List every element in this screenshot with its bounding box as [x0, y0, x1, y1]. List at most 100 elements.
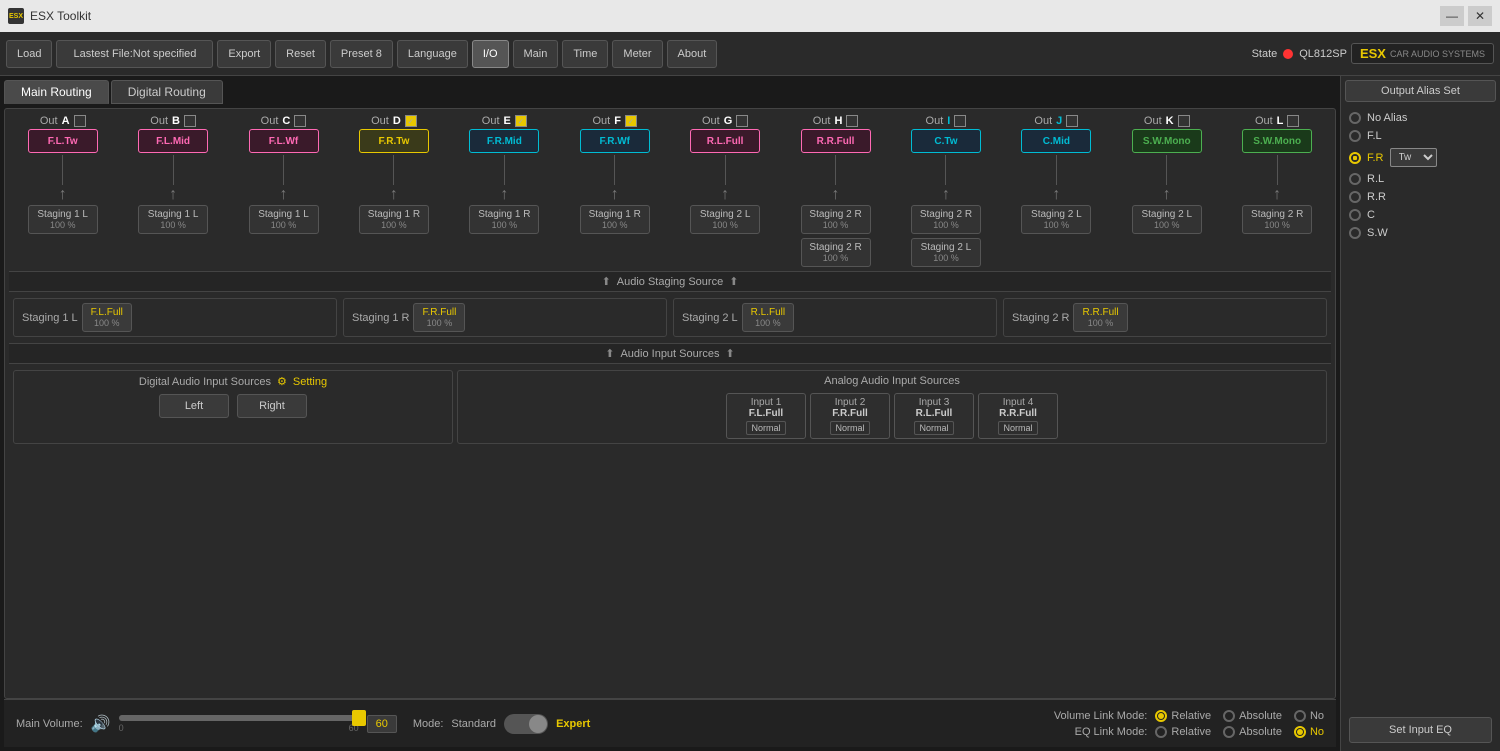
analog-input-3[interactable]: Input 3 R.L.Full Normal — [894, 393, 974, 439]
analog-input-1[interactable]: Input 1 F.L.Full Normal — [726, 393, 806, 439]
arrow-E: ↑ — [500, 187, 508, 203]
ai-value-2: F.R.Full — [819, 408, 881, 419]
staging-box-C[interactable]: Staging 1 L100 % — [249, 205, 319, 234]
staging-1L-btn[interactable]: F.L.Full100 % — [82, 303, 132, 332]
out-btn-K[interactable]: S.W.Mono — [1132, 129, 1202, 153]
out-check-L[interactable] — [1287, 115, 1299, 127]
eq-link-absolute[interactable]: Absolute — [1223, 726, 1282, 738]
slider-thumb[interactable] — [352, 710, 366, 726]
staging-box-I[interactable]: Staging 2 L100 % — [911, 238, 981, 267]
out-check-K[interactable] — [1178, 115, 1190, 127]
volume-link-no[interactable]: No — [1294, 710, 1324, 722]
alias-rr[interactable]: R.R — [1349, 191, 1492, 203]
eq-link-relative[interactable]: Relative — [1155, 726, 1211, 738]
staging-box-K[interactable]: Staging 2 L100 % — [1132, 205, 1202, 234]
eq-link-no-label: No — [1310, 726, 1324, 738]
volume-link-absolute[interactable]: Absolute — [1223, 710, 1282, 722]
last-file-button[interactable]: Lastest File:Not specified — [56, 40, 213, 68]
out-btn-F[interactable]: F.R.Wf — [580, 129, 650, 153]
out-check-F[interactable]: ✓ — [625, 115, 637, 127]
preset8-button[interactable]: Preset 8 — [330, 40, 393, 68]
out-btn-L[interactable]: S.W.Mono — [1242, 129, 1312, 153]
export-button[interactable]: Export — [217, 40, 271, 68]
alias-fl[interactable]: F.L — [1349, 130, 1492, 142]
connector-L — [1277, 155, 1278, 185]
arrow-D: ↑ — [390, 187, 398, 203]
alias-sw-radio — [1349, 227, 1361, 239]
volume-slider[interactable]: 0 60 — [119, 715, 359, 733]
connector-F — [614, 155, 615, 185]
out-btn-H[interactable]: R.R.Full — [801, 129, 871, 153]
close-button[interactable]: ✕ — [1468, 6, 1492, 26]
out-btn-D[interactable]: F.R.Tw — [359, 129, 429, 153]
time-tab-button[interactable]: Time — [562, 40, 608, 68]
load-button[interactable]: Load — [6, 40, 52, 68]
staging-box-A[interactable]: Staging 1 L100 % — [28, 205, 98, 234]
out-check-A[interactable] — [74, 115, 86, 127]
alias-fr[interactable]: F.R Tw Mid Wf Full — [1349, 148, 1492, 167]
main-tab-button[interactable]: Main — [513, 40, 559, 68]
alias-fr-dropdown[interactable]: Tw Mid Wf Full — [1390, 148, 1437, 167]
set-input-eq-button[interactable]: Set Input EQ — [1349, 717, 1492, 743]
alias-c[interactable]: C — [1349, 209, 1492, 221]
out-btn-C[interactable]: F.L.Wf — [249, 129, 319, 153]
io-tab-button[interactable]: I/O — [472, 40, 509, 68]
out-btn-I[interactable]: C.Tw — [911, 129, 981, 153]
alias-rl[interactable]: R.L — [1349, 173, 1492, 185]
out-btn-B[interactable]: F.L.Mid — [138, 129, 208, 153]
mode-section: Mode: Standard Expert — [413, 714, 590, 734]
minimize-button[interactable]: — — [1440, 6, 1464, 26]
staging-box-J[interactable]: Staging 2 L100 % — [1021, 205, 1091, 234]
staging-1R-btn[interactable]: F.R.Full100 % — [413, 303, 465, 332]
staging-box-I-extra[interactable]: Staging 2 R100 % — [911, 205, 981, 234]
out-check-H[interactable] — [846, 115, 858, 127]
connector-A — [62, 155, 63, 185]
about-tab-button[interactable]: About — [667, 40, 718, 68]
alias-no-alias[interactable]: No Alias — [1349, 112, 1492, 124]
out-check-C[interactable] — [294, 115, 306, 127]
slider-marks: 0 60 — [119, 723, 359, 733]
language-button[interactable]: Language — [397, 40, 468, 68]
mode-toggle[interactable] — [504, 714, 548, 734]
out-check-D[interactable]: ✓ — [405, 115, 417, 127]
brand-sub: CAR AUDIO SYSTEMS — [1390, 49, 1485, 59]
staging-box-E[interactable]: Staging 1 R100 % — [469, 205, 539, 234]
analog-input-4[interactable]: Input 4 R.R.Full Normal — [978, 393, 1058, 439]
volume-link-relative[interactable]: Relative — [1155, 710, 1211, 722]
staging-box-H[interactable]: Staging 2 R100 % — [801, 238, 871, 267]
staging-box-D[interactable]: Staging 1 R100 % — [359, 205, 429, 234]
staging-box-F[interactable]: Staging 1 R100 % — [580, 205, 650, 234]
analog-input-2[interactable]: Input 2 F.R.Full Normal — [810, 393, 890, 439]
reset-button[interactable]: Reset — [275, 40, 326, 68]
out-check-B[interactable] — [184, 115, 196, 127]
staging-box-H-extra[interactable]: Staging 2 R100 % — [801, 205, 871, 234]
setting-gear-icon: ⚙ — [277, 375, 287, 388]
staging-2R-btn[interactable]: R.R.Full100 % — [1073, 303, 1127, 332]
out-btn-J[interactable]: C.Mid — [1021, 129, 1091, 153]
out-btn-G[interactable]: R.L.Full — [690, 129, 760, 153]
staging-box-B[interactable]: Staging 1 L100 % — [138, 205, 208, 234]
digital-right-button[interactable]: Right — [237, 394, 307, 418]
tab-digital-routing[interactable]: Digital Routing — [111, 80, 223, 104]
out-btn-E[interactable]: F.R.Mid — [469, 129, 539, 153]
staging-2L-btn[interactable]: R.L.Full100 % — [742, 303, 794, 332]
eq-link-no[interactable]: No — [1294, 726, 1324, 738]
out-check-E[interactable]: ✓ — [515, 115, 527, 127]
arrow-A: ↑ — [59, 187, 67, 203]
staging-box-G[interactable]: Staging 2 L100 % — [690, 205, 760, 234]
output-col-I: Out I C.Tw ↑ Staging 2 R100 % Staging 2 … — [902, 115, 990, 267]
digital-left-button[interactable]: Left — [159, 394, 229, 418]
out-check-J[interactable] — [1066, 115, 1078, 127]
mode-expert-label: Expert — [556, 718, 590, 730]
staging-box-L[interactable]: Staging 2 R100 % — [1242, 205, 1312, 234]
tab-main-routing[interactable]: Main Routing — [4, 80, 109, 104]
analog-inputs: Input 1 F.L.Full Normal Input 2 F.R.Full… — [462, 393, 1322, 439]
out-btn-A[interactable]: F.L.Tw — [28, 129, 98, 153]
arrow-H: ↑ — [832, 187, 840, 203]
alias-sw[interactable]: S.W — [1349, 227, 1492, 239]
out-check-I[interactable] — [954, 115, 966, 127]
ai-label-3: Input 3 — [903, 397, 965, 408]
meter-tab-button[interactable]: Meter — [612, 40, 662, 68]
digital-sources-title: Digital Audio Input Sources ⚙ Setting — [18, 375, 448, 388]
out-check-G[interactable] — [736, 115, 748, 127]
